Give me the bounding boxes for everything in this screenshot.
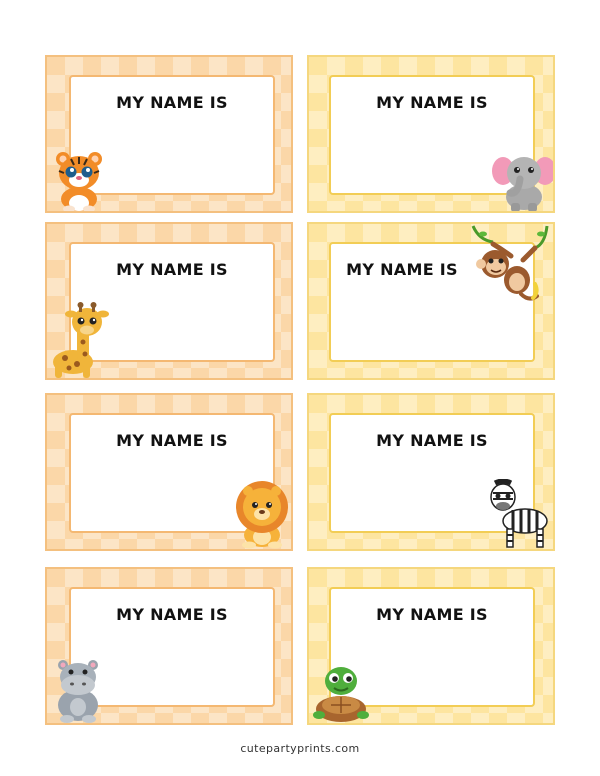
elephant-icon <box>492 157 553 211</box>
name-tag-monkey: MY NAME IS <box>307 222 555 380</box>
giraffe-icon <box>53 302 109 378</box>
name-tag-label: MY NAME IS <box>346 260 458 279</box>
name-tag-zebra: MY NAME IS <box>307 393 555 551</box>
name-tag-label: MY NAME IS <box>116 260 228 279</box>
name-tag-elephant: MY NAME IS <box>307 55 555 213</box>
name-tag-tiger: MY NAME IS <box>45 55 293 213</box>
name-tag-label: MY NAME IS <box>376 431 488 450</box>
name-tag-hippo: MY NAME IS <box>45 567 293 725</box>
hippo-icon <box>58 660 98 723</box>
turtle-icon <box>313 667 369 722</box>
zebra-icon <box>490 479 548 548</box>
name-tag-giraffe: MY NAME IS <box>45 222 293 380</box>
lion-icon <box>236 481 288 549</box>
name-tag-label: MY NAME IS <box>116 605 228 624</box>
name-tag-label: MY NAME IS <box>376 605 488 624</box>
name-tag-label: MY NAME IS <box>116 93 228 112</box>
name-tag-lion: MY NAME IS <box>45 393 293 551</box>
name-tag-label: MY NAME IS <box>116 431 228 450</box>
tiger-icon <box>56 152 102 211</box>
name-tag-label: MY NAME IS <box>376 93 488 112</box>
monkey-icon <box>471 225 549 301</box>
footer-website: cutepartyprints.com <box>240 742 360 755</box>
name-tag-turtle: MY NAME IS <box>307 567 555 725</box>
